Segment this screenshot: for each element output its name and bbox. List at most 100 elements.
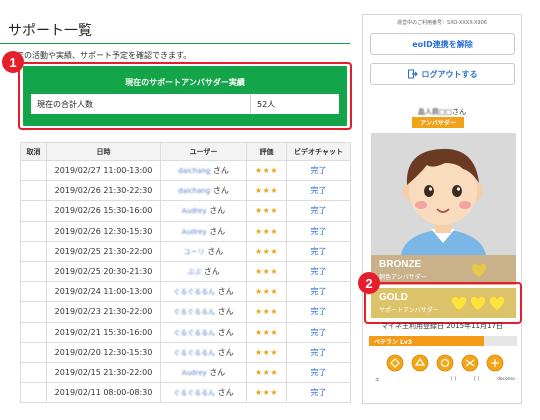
datetime-cell: 2019/02/25 21:30-22:00 bbox=[46, 240, 161, 262]
rating-stars: ★★★ bbox=[254, 206, 278, 216]
cancel-cell bbox=[20, 220, 47, 242]
datetime-cell: 2019/02/25 20:30-21:30 bbox=[46, 260, 161, 283]
cancel-cell bbox=[20, 240, 47, 262]
user-link[interactable]: ユーリ bbox=[184, 247, 205, 257]
video-chat-status-link[interactable]: 完了 bbox=[311, 348, 327, 357]
video-chat-status-link[interactable]: 完了 bbox=[311, 368, 327, 377]
cancel-cell bbox=[20, 341, 47, 363]
datetime-cell: 2019/02/26 21:30-22:30 bbox=[46, 180, 161, 202]
eoid-unlink-label: eoID連携を解除 bbox=[412, 39, 473, 49]
header-rating: 評価 bbox=[246, 142, 287, 161]
medal-label: [ ] bbox=[451, 377, 457, 382]
user-link[interactable]: ぶぶ bbox=[187, 267, 201, 277]
video-chat-status-link[interactable]: 完了 bbox=[311, 227, 327, 236]
medal-label: [ ] bbox=[474, 377, 480, 382]
datetime-cell: 2019/02/24 11:00-13:00 bbox=[46, 281, 161, 303]
datetime-cell: 2019/02/26 15:30-16:00 bbox=[46, 200, 161, 222]
user-cell: ぐるぐるるん さん bbox=[160, 281, 247, 303]
callout-number-1: 1 bbox=[2, 51, 24, 73]
video-chat-cell: 完了 bbox=[286, 321, 351, 343]
user-suffix: さん bbox=[212, 186, 229, 196]
cancel-cell bbox=[20, 361, 47, 384]
summary-panel: 現在のサポートアンバサダー実績 現在の合計人数 52人 bbox=[23, 66, 347, 126]
user-link[interactable]: ぐるぐるるん bbox=[173, 307, 215, 317]
user-link[interactable]: ぐるぐるるん bbox=[173, 287, 215, 297]
user-link[interactable]: ぐるぐるるん bbox=[173, 328, 215, 338]
table-row: 2019/02/25 21:30-22:00 ユーリ さん ★★★ 完了 bbox=[20, 240, 351, 262]
support-table: 取消 日時 ユーザー 評価 ビデオチャット 2019/02/27 11:00-1… bbox=[20, 142, 351, 404]
user-link[interactable]: Audrey bbox=[182, 369, 207, 377]
registration-date: マイネ王利用登録日 2015年11月17日 bbox=[381, 322, 503, 330]
cancel-cell bbox=[20, 301, 47, 323]
header-cancel: 取消 bbox=[20, 142, 47, 161]
video-chat-cell: 完了 bbox=[286, 301, 351, 323]
summary-row: 現在の合計人数 52人 bbox=[31, 94, 339, 114]
user-suffix: さん bbox=[217, 327, 234, 337]
logout-button[interactable]: ログアウトする bbox=[370, 63, 515, 85]
video-chat-status-link[interactable]: 完了 bbox=[311, 307, 327, 316]
video-chat-status-link[interactable]: 完了 bbox=[311, 287, 327, 296]
rating-stars: ★★★ bbox=[254, 388, 278, 398]
rating-cell: ★★★ bbox=[246, 301, 287, 323]
rating-stars: ★★★ bbox=[254, 347, 278, 357]
rating-stars: ★★★ bbox=[254, 166, 278, 176]
video-chat-status-link[interactable]: 完了 bbox=[311, 267, 327, 276]
cancel-cell bbox=[20, 159, 47, 182]
summary-label: 現在の合計人数 bbox=[31, 94, 251, 114]
rank-bronze-card: BRONZE 銅色アンバサダー bbox=[371, 255, 516, 285]
user-link[interactable]: daichang bbox=[178, 167, 210, 175]
user-name-suffix: さん bbox=[452, 108, 467, 116]
rating-cell: ★★★ bbox=[246, 281, 287, 303]
user-suffix: さん bbox=[209, 226, 226, 236]
datetime-cell: 2019/02/26 12:30-15:30 bbox=[46, 220, 161, 242]
medal-label: エ bbox=[375, 378, 380, 383]
cancel-cell bbox=[20, 321, 47, 343]
video-chat-cell: 完了 bbox=[286, 361, 351, 384]
summary-value: 52人 bbox=[257, 99, 276, 109]
video-chat-status-link[interactable]: 完了 bbox=[311, 186, 327, 195]
rating-stars: ★★★ bbox=[254, 287, 278, 297]
gold-highlight-frame bbox=[364, 282, 522, 324]
user-link[interactable]: daichang bbox=[178, 187, 210, 195]
user-name: 晶人鼎□□さん bbox=[363, 107, 521, 117]
user-cell: ぐるぐるるん さん bbox=[160, 341, 247, 363]
video-chat-cell: 完了 bbox=[286, 260, 351, 283]
header-video-chat: ビデオチャット bbox=[286, 142, 351, 161]
rating-cell: ★★★ bbox=[246, 159, 287, 182]
cancel-cell bbox=[20, 260, 47, 283]
user-link[interactable]: ぐるぐるるん bbox=[173, 348, 215, 358]
eoid-unlink-button[interactable]: eoID連携を解除 bbox=[370, 33, 515, 55]
header-user: ユーザー bbox=[160, 142, 247, 161]
rating-cell: ★★★ bbox=[246, 260, 287, 283]
rating-stars: ★★★ bbox=[254, 246, 278, 256]
table-row: 2019/02/20 12:30-15:30 ぐるぐるるん さん ★★★ 完了 bbox=[20, 341, 351, 363]
logout-icon bbox=[407, 69, 418, 79]
rating-cell: ★★★ bbox=[246, 361, 287, 384]
video-chat-cell: 完了 bbox=[286, 341, 351, 363]
level-label: ベテラン Lv3 bbox=[374, 339, 412, 346]
header-datetime: 日時 bbox=[46, 142, 161, 161]
user-suffix: さん bbox=[212, 166, 229, 176]
datetime-cell: 2019/02/11 08:00-08:30 bbox=[46, 382, 161, 404]
video-chat-status-link[interactable]: 完了 bbox=[311, 388, 327, 397]
user-suffix: さん bbox=[217, 347, 234, 357]
table-row: 2019/02/24 11:00-13:00 ぐるぐるるん さん ★★★ 完了 bbox=[20, 281, 351, 303]
user-name-text: 晶人鼎□□ bbox=[417, 108, 453, 116]
table-row: 2019/02/26 12:30-15:30 Audrey さん ★★★ 完了 bbox=[20, 220, 351, 242]
user-link[interactable]: Audrey bbox=[182, 228, 207, 236]
video-chat-status-link[interactable]: 完了 bbox=[311, 206, 327, 215]
user-link[interactable]: Audrey bbox=[182, 207, 207, 215]
rating-cell: ★★★ bbox=[246, 220, 287, 242]
rating-cell: ★★★ bbox=[246, 382, 287, 404]
avatar-illustration bbox=[371, 133, 516, 255]
video-chat-status-link[interactable]: 完了 bbox=[311, 328, 327, 337]
role-tag: アンバサダー bbox=[412, 117, 464, 128]
user-link[interactable]: ぐるぐるるん bbox=[173, 388, 215, 398]
video-chat-status-link[interactable]: 完了 bbox=[311, 166, 327, 175]
video-chat-status-link[interactable]: 完了 bbox=[311, 247, 327, 256]
level-progress-bar: ベテラン Lv3 bbox=[369, 336, 517, 346]
user-cell: daichang さん bbox=[160, 159, 247, 182]
user-cell: ぐるぐるるん さん bbox=[160, 382, 247, 404]
user-cell: Audrey さん bbox=[160, 220, 247, 242]
video-chat-cell: 完了 bbox=[286, 220, 351, 242]
